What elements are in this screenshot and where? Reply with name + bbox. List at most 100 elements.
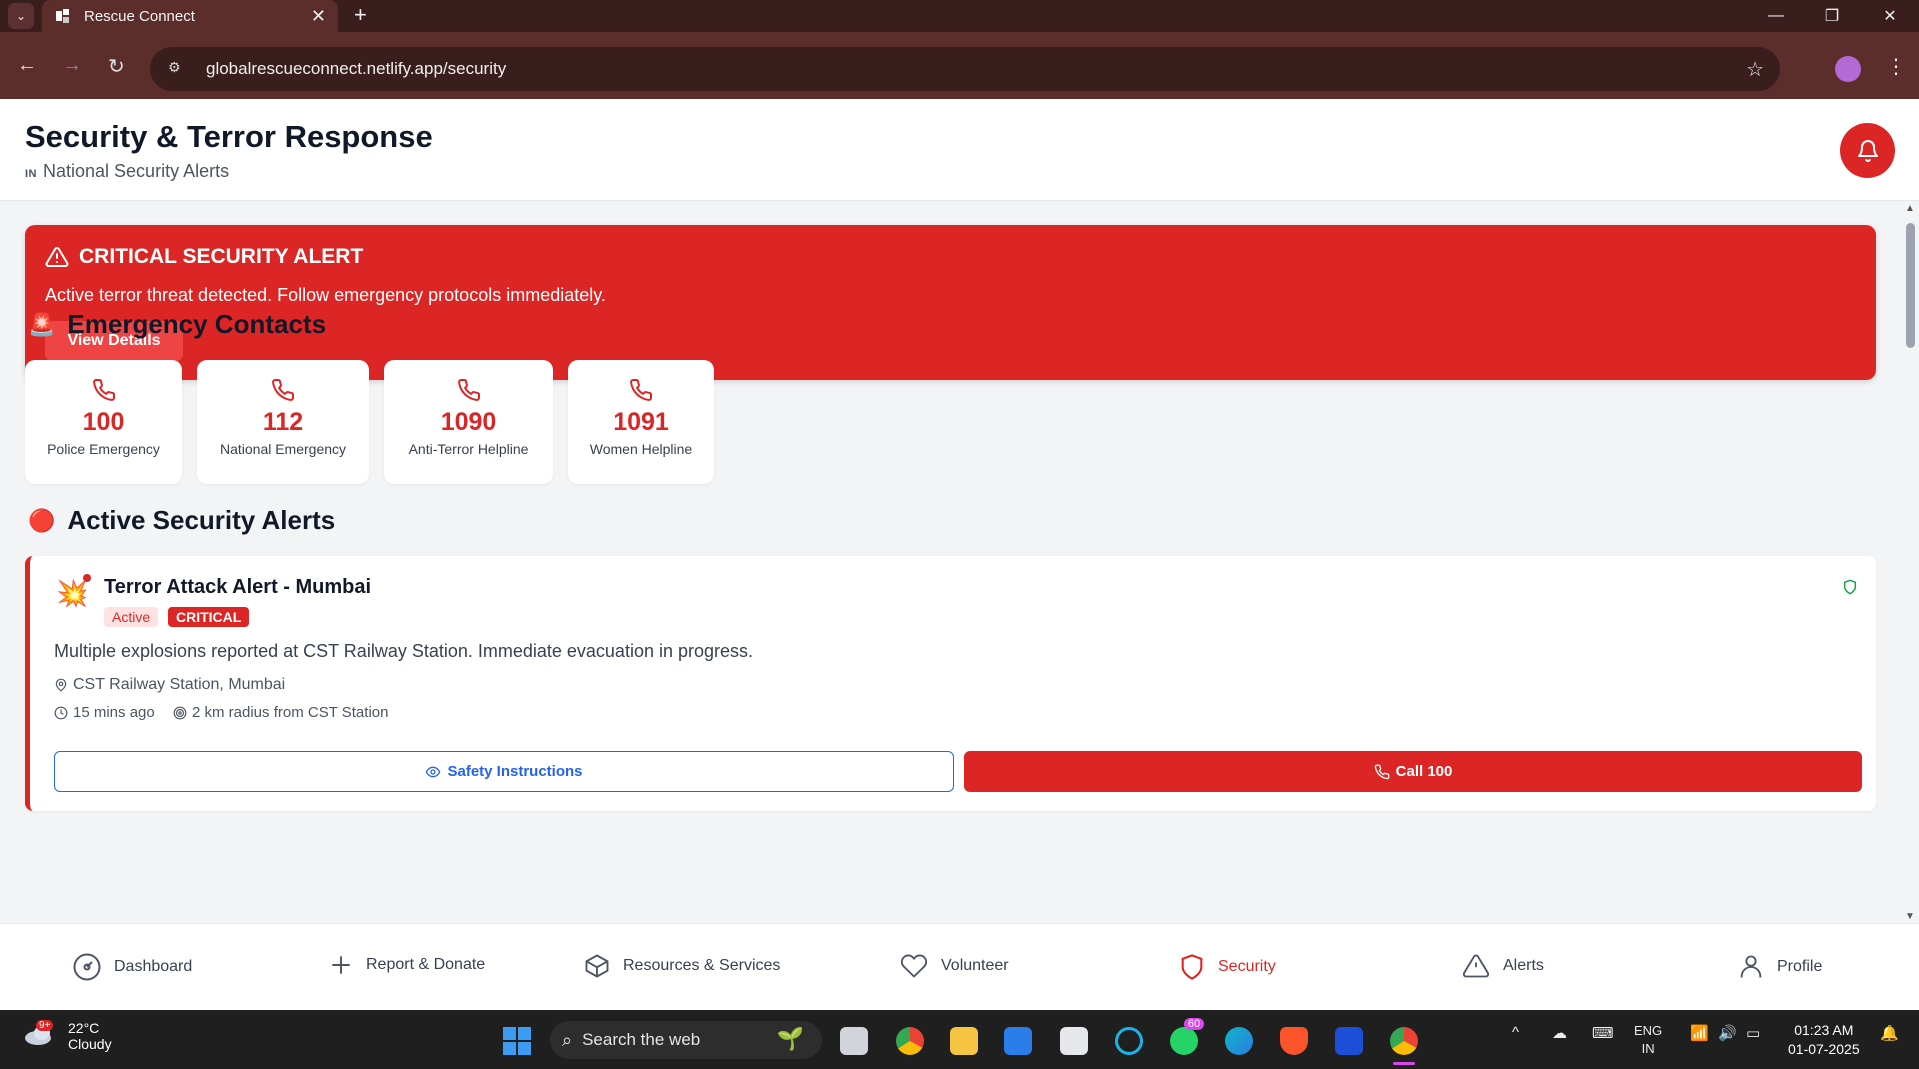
browser-tab-bar: ⌄ Rescue Connect ✕ + — ❐ ✕ [0,0,1919,32]
reload-icon[interactable]: ↻ [108,54,125,79]
phone-icon [630,378,653,401]
warning-icon [1462,954,1490,978]
app-viewport: Security & Terror Response IN National Se… [0,99,1919,1010]
notifications-button[interactable] [1840,123,1895,178]
nav-label: Report & Donate [366,956,486,973]
location-text: CST Railway Station, Mumbai [73,676,286,693]
contact-number: 1090 [440,408,497,436]
heart-icon [900,954,928,978]
close-tab-icon[interactable]: ✕ [311,6,326,27]
nav-item-profile[interactable]: Profile [1737,952,1822,982]
language-indicator[interactable]: ENG IN [1634,1022,1662,1058]
chrome-profile-icon[interactable] [1390,1027,1418,1055]
contact-card-anti-terror[interactable]: 1090 Anti-Terror Helpline [384,360,553,484]
scrollbar-thumb[interactable] [1906,223,1915,348]
store-icon[interactable] [1060,1027,1088,1055]
page-title: Security & Terror Response [25,119,433,154]
contact-card-women[interactable]: 1091 Women Helpline [568,360,714,484]
eye-icon [426,766,441,777]
bookmark-star-icon[interactable]: ☆ [1746,57,1764,82]
siren-icon: 🚨 [28,311,56,337]
time-text: 15 mins ago [73,704,155,721]
show-hidden-icons[interactable]: ^ [1512,1024,1519,1041]
explosion-icon: 💥 [56,578,89,608]
call-label: Call 100 [1395,763,1453,780]
restore-window-icon[interactable]: ❐ [1804,0,1860,32]
new-tab-button[interactable]: + [354,2,367,28]
weather-temp: 22°C [68,1020,100,1036]
search-placeholder: Search the web [582,1030,701,1049]
shield-icon [1181,954,1203,980]
system-clock[interactable]: 01:23 AM 01-07-2025 [1788,1021,1860,1059]
windows-start-icon[interactable] [503,1027,531,1055]
taskbar-search[interactable]: ⌕ Search the web 🌱 [550,1021,822,1059]
volume-icon[interactable]: 🔊 [1718,1024,1737,1042]
search-icon: ⌕ [562,1029,573,1050]
file-explorer-icon[interactable] [950,1027,978,1055]
address-bar[interactable]: ⚙ globalrescueconnect.netlify.app/securi… [150,47,1780,91]
weather-desc: Cloudy [68,1036,112,1052]
tab-search-button[interactable]: ⌄ [8,3,34,29]
whatsapp-icon[interactable] [1170,1027,1198,1055]
safety-instructions-button[interactable]: Safety Instructions [54,751,954,792]
box-icon [585,954,609,978]
chrome-icon[interactable] [896,1027,924,1055]
warning-triangle-icon [45,246,69,267]
alexa-icon[interactable] [1115,1027,1143,1055]
docs-icon[interactable] [1335,1027,1363,1055]
weather-widget[interactable]: 9+ 22°C Cloudy [22,1020,112,1052]
task-view-icon[interactable] [840,1027,868,1055]
edge-icon[interactable] [1225,1027,1253,1055]
nav-item-security[interactable]: Security [1178,952,1276,982]
nav-item-alerts[interactable]: Alerts [1461,952,1544,980]
phone-icon [272,378,295,401]
target-icon [173,706,187,719]
contact-card-police[interactable]: 100 Police Emergency [25,360,182,484]
banner-message: Active terror threat detected. Follow em… [45,285,606,305]
nav-item-report-donate[interactable]: Report & Donate [328,952,485,978]
os-taskbar: 9+ 22°C Cloudy ⌕ Search the web 🌱 60 ^ ☁… [0,1010,1919,1069]
nav-label: Volunteer [941,957,1009,974]
minimize-window-icon[interactable]: — [1748,0,1804,32]
close-window-icon[interactable]: ✕ [1862,0,1918,32]
notification-center-icon[interactable]: 🔔 [1880,1024,1899,1042]
main-content: CRITICAL SECURITY ALERT Active terror th… [0,201,1900,923]
brave-icon[interactable] [1280,1027,1308,1055]
red-circle-icon: 🔴 [28,507,56,533]
contact-number: 1091 [613,408,669,436]
nav-label: Security [1218,958,1276,975]
browser-tab-rescue-connect[interactable]: Rescue Connect ✕ [42,0,338,32]
nav-item-resources[interactable]: Resources & Services [583,952,780,980]
active-alerts-title: Active Security Alerts [67,505,336,535]
forward-arrow-icon[interactable]: → [62,54,82,77]
page-subtitle: IN National Security Alerts [25,161,229,182]
alert-time: 15 mins ago [54,704,155,721]
profile-avatar[interactable] [1835,56,1861,82]
scroll-up-icon[interactable]: ▲ [1905,203,1915,214]
app-header: Security & Terror Response IN National Se… [0,99,1919,201]
language-code: ENG [1634,1023,1663,1038]
call-100-button[interactable]: Call 100 [964,751,1862,792]
whatsapp-badge: 60 [1184,1018,1205,1030]
contact-number: 100 [82,408,125,436]
radius-text: 2 km radius from CST Station [192,704,389,721]
site-info-icon[interactable]: ⚙ [168,59,188,79]
tab-title: Rescue Connect [84,7,195,25]
keyboard-icon[interactable]: ⌨ [1592,1024,1614,1042]
site-favicon-icon [56,9,69,23]
dashboard-icon [73,953,101,981]
nav-item-dashboard[interactable]: Dashboard [72,952,192,982]
language-region: IN [1641,1041,1655,1056]
nav-item-volunteer[interactable]: Volunteer [899,952,1009,980]
contact-card-national[interactable]: 112 National Emergency [197,360,369,484]
more-menu-icon[interactable]: ⋮ [1886,54,1906,79]
battery-icon[interactable]: ▭ [1746,1024,1760,1042]
wifi-icon[interactable]: 📶 [1690,1024,1709,1042]
scroll-down-icon[interactable]: ▼ [1905,911,1915,922]
back-arrow-icon[interactable]: ← [17,54,37,77]
nav-label: Profile [1777,958,1823,975]
region-code: IN [25,168,37,180]
todo-icon[interactable] [1004,1027,1032,1055]
onedrive-icon[interactable]: ☁ [1552,1024,1567,1042]
live-indicator [83,574,91,582]
